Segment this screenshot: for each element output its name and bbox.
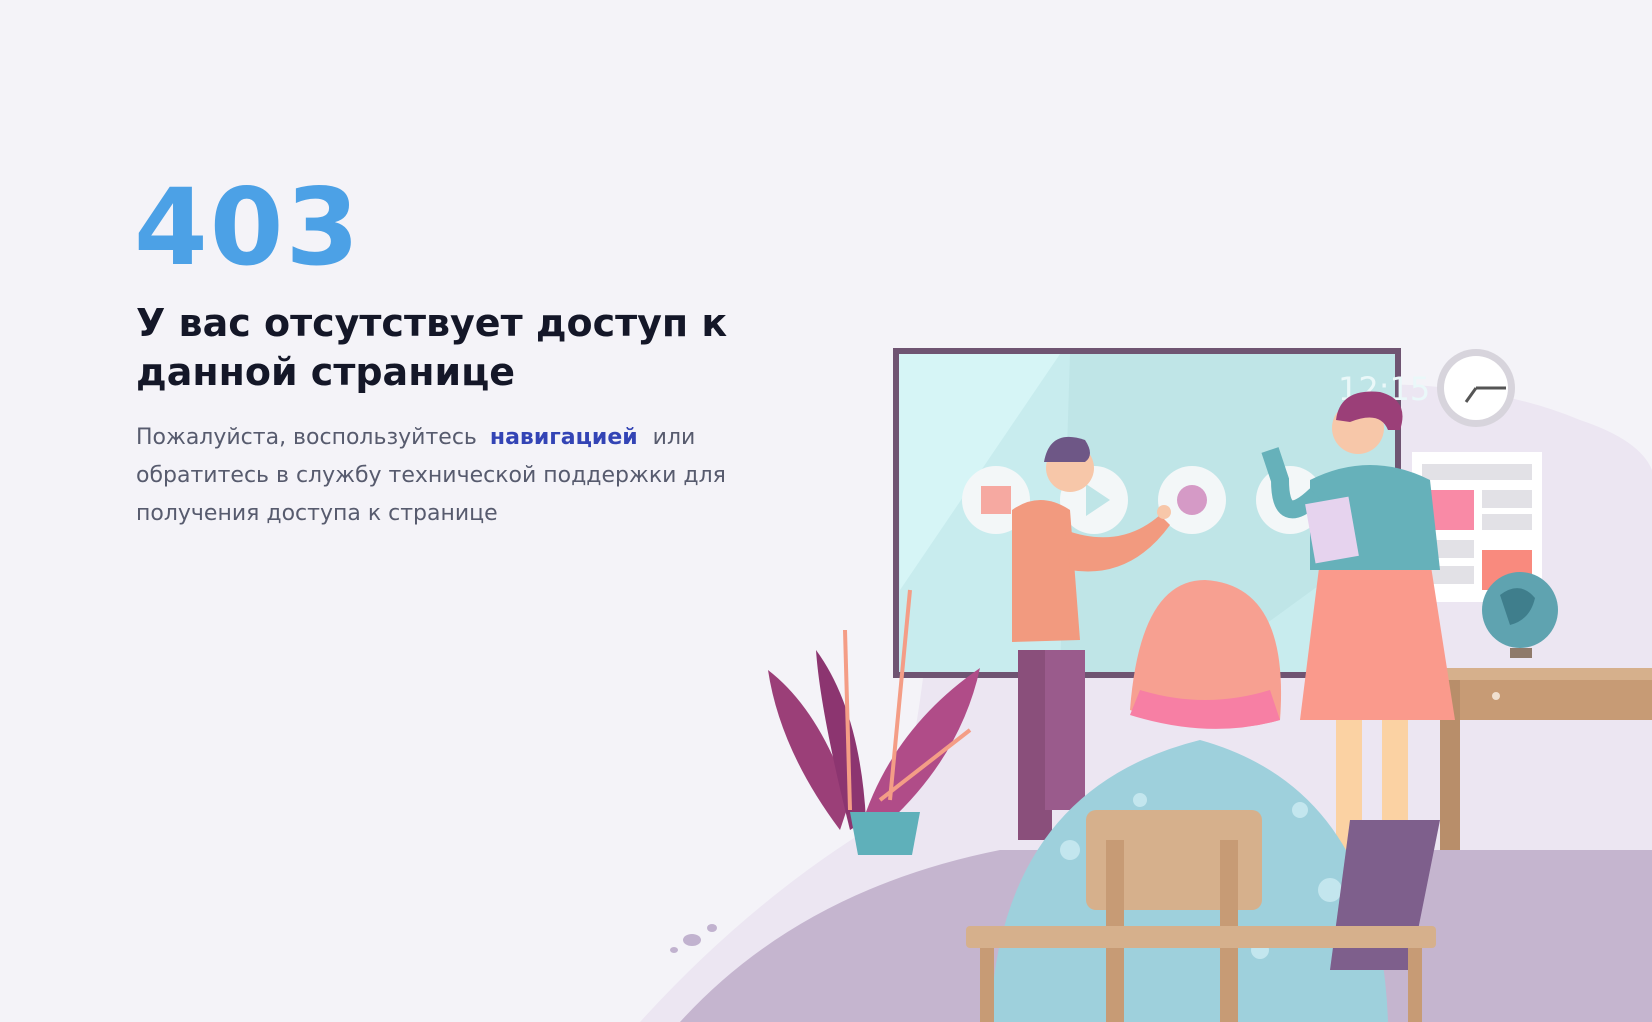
clock-icon — [1437, 349, 1515, 427]
description-before: Пожалуйста, воспользуйтесь — [136, 425, 477, 450]
classroom-illustration: 12:15 — [640, 348, 1652, 1022]
navigation-link[interactable]: навигацией — [490, 425, 638, 450]
error-code: 403 — [134, 166, 362, 289]
error-page: 403 У вас отсутствует доступ к данной ст… — [0, 0, 1652, 1022]
error-description: Пожалуйста, воспользуйтесь навигацией ил… — [136, 419, 726, 533]
floor-speckles — [670, 924, 717, 953]
